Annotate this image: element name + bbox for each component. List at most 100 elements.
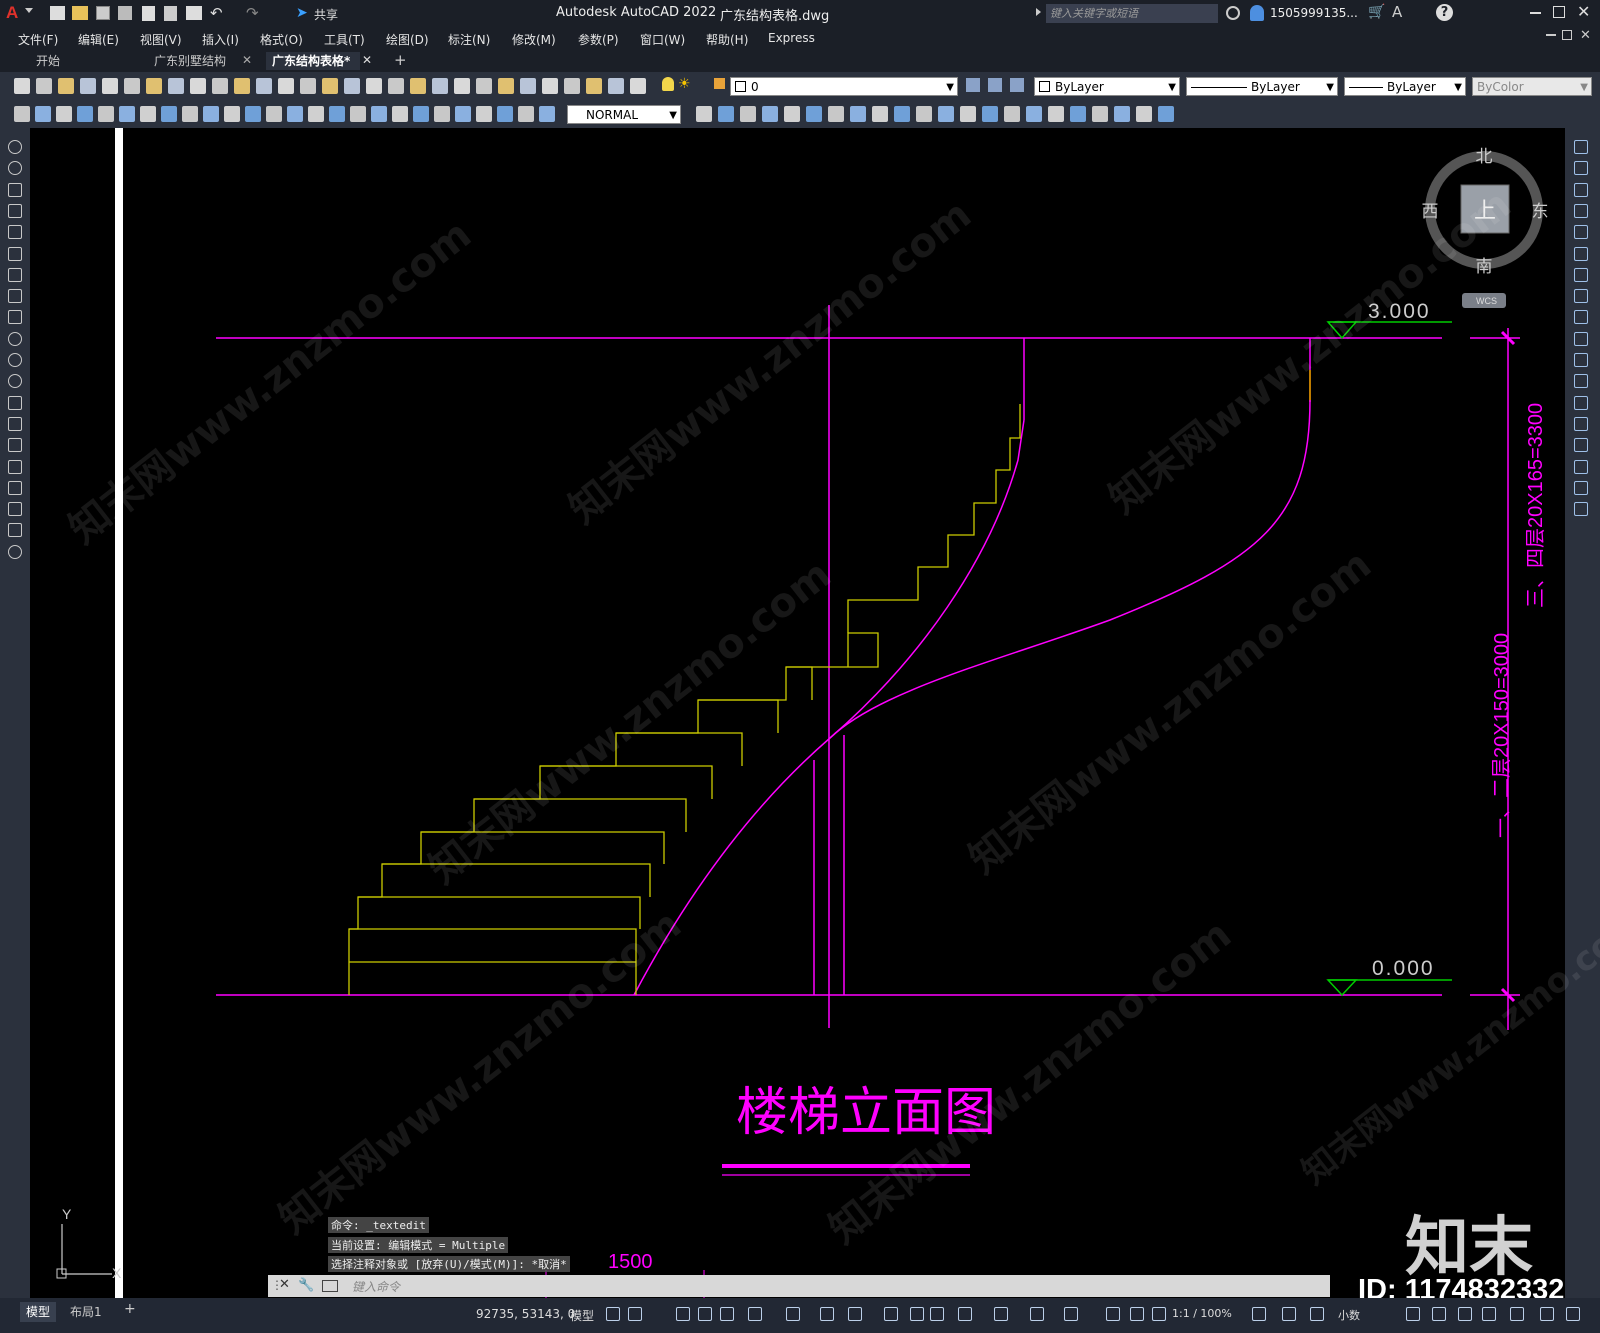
status-toggle-icon[interactable] bbox=[786, 1307, 800, 1321]
tool-icon[interactable] bbox=[410, 78, 426, 94]
tool-icon[interactable] bbox=[938, 106, 954, 122]
menu-item[interactable]: 插入(I) bbox=[202, 31, 239, 48]
tool-icon[interactable] bbox=[35, 106, 51, 122]
modify-tool-icon[interactable] bbox=[1574, 225, 1588, 240]
status-toggle-icon[interactable] bbox=[1510, 1307, 1524, 1321]
tool-icon[interactable] bbox=[366, 78, 382, 94]
tool-icon[interactable] bbox=[56, 106, 72, 122]
tool-icon[interactable] bbox=[982, 106, 998, 122]
draw-tool-icon[interactable] bbox=[8, 480, 22, 495]
wcs-label[interactable]: WCS bbox=[1476, 296, 1497, 306]
status-toggle-icon[interactable] bbox=[676, 1307, 690, 1321]
menu-item[interactable]: 工具(T) bbox=[324, 31, 365, 48]
tool-icon[interactable] bbox=[98, 106, 114, 122]
tool-icon[interactable] bbox=[916, 106, 932, 122]
draw-tool-icon[interactable] bbox=[8, 353, 22, 367]
tool-icon[interactable] bbox=[872, 106, 888, 122]
user-name[interactable]: 1505999135... bbox=[1270, 6, 1358, 20]
tool-icon[interactable] bbox=[497, 106, 513, 122]
close-window-icon[interactable]: ✕ bbox=[1577, 2, 1590, 21]
tool-icon[interactable] bbox=[124, 78, 140, 94]
help-icon[interactable]: ? bbox=[1436, 4, 1453, 21]
viewcube-top-label[interactable]: 上 bbox=[1474, 199, 1496, 224]
draw-tool-icon[interactable] bbox=[8, 161, 22, 176]
tool-icon[interactable] bbox=[630, 78, 646, 94]
status-toggle-icon[interactable] bbox=[720, 1307, 734, 1321]
status-toggle-icon[interactable] bbox=[698, 1307, 712, 1321]
tool-icon[interactable] bbox=[168, 78, 184, 94]
tool-icon[interactable] bbox=[432, 78, 448, 94]
layer-dropdown[interactable]: 0 ▼ bbox=[730, 77, 958, 96]
tool-icon[interactable] bbox=[344, 78, 360, 94]
tool-icon[interactable] bbox=[539, 106, 555, 122]
tool-icon[interactable] bbox=[322, 78, 338, 94]
tool-icon[interactable] bbox=[1048, 106, 1064, 122]
plot-preview-icon[interactable] bbox=[164, 6, 177, 21]
redo-icon[interactable]: ↷ bbox=[246, 4, 259, 22]
draw-tool-icon[interactable] bbox=[8, 544, 22, 559]
tool-icon[interactable] bbox=[203, 106, 219, 122]
tool-icon[interactable] bbox=[718, 106, 734, 122]
draw-tool-icon[interactable] bbox=[8, 310, 22, 325]
tool-icon[interactable] bbox=[266, 106, 282, 122]
modify-tool-icon[interactable] bbox=[1574, 331, 1588, 346]
tool-icon[interactable] bbox=[119, 106, 135, 122]
draw-tool-icon[interactable] bbox=[8, 395, 22, 410]
tool-icon[interactable] bbox=[850, 106, 866, 122]
compass-east[interactable]: 东 bbox=[1532, 202, 1549, 222]
new-tab-button[interactable]: + bbox=[394, 51, 407, 69]
tool-icon[interactable] bbox=[245, 106, 261, 122]
compass-north[interactable]: 北 bbox=[1476, 147, 1493, 167]
menu-item[interactable]: 文件(F) bbox=[18, 31, 58, 48]
drawing-canvas[interactable]: 3.000 0.000 三、四层20X165=3300 一、二层20X150=3… bbox=[30, 128, 1565, 1298]
dimstyle-dropdown[interactable]: NORMAL ▼ bbox=[567, 105, 681, 124]
layer-previous-icon[interactable] bbox=[988, 78, 1002, 92]
tool-icon[interactable] bbox=[80, 78, 96, 94]
tool-icon[interactable] bbox=[1026, 106, 1042, 122]
tool-icon[interactable] bbox=[455, 106, 471, 122]
status-toggle-icon[interactable] bbox=[606, 1307, 620, 1321]
tab-close-icon[interactable]: ✕ bbox=[362, 53, 372, 67]
lineweight-dropdown[interactable]: ByLayer ▼ bbox=[1344, 77, 1466, 96]
tab-layout1[interactable]: 布局1 bbox=[70, 1302, 102, 1322]
tool-icon[interactable] bbox=[762, 106, 778, 122]
modify-tool-icon[interactable] bbox=[1574, 374, 1588, 389]
app-logo-icon[interactable]: A bbox=[6, 3, 18, 23]
draw-tool-icon[interactable] bbox=[8, 267, 22, 282]
tab-file-2[interactable]: 广东结构表格* bbox=[266, 52, 360, 70]
draw-tool-icon[interactable] bbox=[8, 203, 22, 218]
status-toggle-icon[interactable] bbox=[1310, 1307, 1324, 1321]
tool-icon[interactable] bbox=[696, 106, 712, 122]
add-layout-button[interactable]: + bbox=[124, 1301, 136, 1317]
save-icon[interactable] bbox=[96, 6, 110, 20]
menu-item[interactable]: 绘图(D) bbox=[386, 31, 429, 48]
tool-icon[interactable] bbox=[388, 78, 404, 94]
command-prompt-icon[interactable] bbox=[322, 1280, 338, 1292]
modify-tool-icon[interactable] bbox=[1574, 395, 1588, 410]
annotation-scale[interactable]: 1:1 / 100% bbox=[1172, 1307, 1232, 1320]
status-toggle-icon[interactable] bbox=[958, 1307, 972, 1321]
draw-tool-icon[interactable] bbox=[8, 331, 22, 346]
search-expand-icon[interactable] bbox=[1036, 8, 1041, 16]
viewcube[interactable]: 上 北 南 东 西 WCS bbox=[1422, 147, 1549, 308]
doc-minimize-icon[interactable] bbox=[1546, 34, 1556, 36]
status-toggle-icon[interactable] bbox=[1152, 1307, 1166, 1321]
tool-icon[interactable] bbox=[413, 106, 429, 122]
share-button[interactable]: 共享 bbox=[314, 6, 338, 23]
status-toggle-icon[interactable] bbox=[1482, 1307, 1496, 1321]
undo-icon[interactable]: ↶ bbox=[210, 4, 223, 22]
units-button[interactable]: 小数 bbox=[1338, 1307, 1360, 1323]
layer-freeze-icon[interactable]: ☀ bbox=[678, 76, 691, 92]
open-file-icon[interactable] bbox=[72, 6, 88, 20]
layer-states-icon[interactable] bbox=[1010, 78, 1024, 92]
tool-icon[interactable] bbox=[476, 78, 492, 94]
command-input[interactable]: 键入命令 bbox=[352, 1278, 400, 1295]
status-toggle-icon[interactable] bbox=[910, 1307, 924, 1321]
draw-tool-icon[interactable] bbox=[8, 459, 22, 474]
search-input[interactable]: 键入关键字或短语 bbox=[1046, 4, 1218, 23]
cart-icon[interactable]: 🛒 bbox=[1368, 4, 1385, 20]
tool-icon[interactable] bbox=[190, 78, 206, 94]
modify-tool-icon[interactable] bbox=[1574, 438, 1588, 453]
modify-tool-icon[interactable] bbox=[1574, 416, 1588, 431]
layer-on-icon[interactable] bbox=[662, 77, 674, 91]
